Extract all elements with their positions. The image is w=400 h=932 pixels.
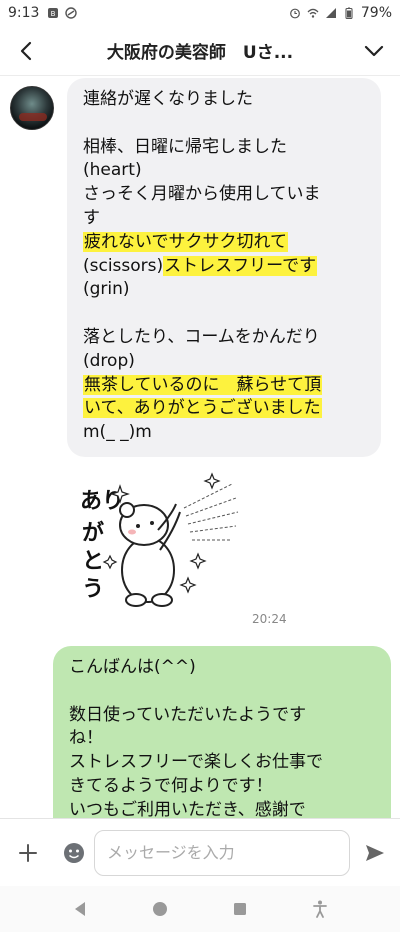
incoming-line: さっそく月曜から使用していま	[83, 183, 367, 207]
menu-toggle-button[interactable]	[348, 26, 400, 76]
system-nav-bar	[0, 886, 400, 932]
line-text: (drop)	[83, 350, 135, 371]
message-timestamp: 20:24	[252, 612, 287, 626]
outgoing-message-text: こんばんは(^^) 数日使っていただいたようです ね！ ストレスフリーで楽しくお仕事で…	[69, 656, 377, 818]
outgoing-line: 数日使っていただいたようです	[69, 704, 307, 725]
incoming-line: 疲れないでサクサク切れて	[83, 231, 367, 255]
message-list[interactable]: 連絡が遅くなりました相棒、日曜に帰宅しました (heart) さっそく月曜から使用し…	[0, 76, 400, 818]
line-text: さっそく月曜から使用していま	[83, 184, 321, 205]
status-right: 79%	[289, 5, 392, 21]
line-text: m(_ _)m	[83, 422, 152, 443]
incoming-line: (heart)	[83, 159, 367, 183]
outgoing-message-bubble[interactable]: こんばんは(^^) 数日使っていただいたようです ね！ ストレスフリーで楽しくお仕事で…	[53, 646, 391, 818]
highlighted-text: いて、ありがとうございました	[83, 398, 322, 419]
outgoing-line	[69, 680, 377, 704]
notification-icons: B	[47, 7, 78, 19]
highlighted-text: 無茶しているのに 蘇らせて頂	[83, 374, 323, 395]
back-button[interactable]	[0, 26, 52, 76]
nav-back-button[interactable]	[62, 891, 98, 927]
incoming-line: (grin)	[83, 278, 367, 302]
avatar[interactable]	[10, 86, 54, 130]
battery-icon	[345, 7, 353, 19]
chat-title[interactable]: 大阪府の美容師 Uさ...	[52, 38, 348, 63]
incoming-message-bubble[interactable]: 連絡が遅くなりました相棒、日曜に帰宅しました (heart) さっそく月曜から使用し…	[67, 78, 381, 457]
message-input-bar	[0, 818, 400, 886]
plus-icon	[19, 843, 37, 862]
incoming-line: 落としたり、コームをかんだり	[83, 326, 367, 350]
highlighted-text: 疲れないでサクサク切れて	[83, 231, 288, 252]
line-text: 連絡が遅くなりました	[83, 89, 253, 109]
outgoing-line: いつもご利用いただき、感謝で	[69, 799, 306, 818]
line-text: す	[83, 207, 100, 228]
highlighted-text: ストレスフリーです	[163, 255, 318, 276]
line-text: 落としたり、コームをかんだり	[83, 326, 320, 347]
sticker-text-2: が と う	[82, 520, 104, 602]
bear-thank-you-sticker[interactable]: あり が と う	[72, 470, 252, 620]
alarm-icon	[289, 8, 300, 19]
triangle-back-icon	[75, 902, 85, 916]
emoticon-text: (scissors)	[83, 255, 164, 276]
chat-header: 大阪府の美容師 Uさ...	[0, 26, 400, 76]
incoming-line: m(_ _)m	[83, 421, 367, 445]
accessibility-icon	[313, 900, 327, 918]
status-bar: 9:13 B 79%	[0, 0, 400, 26]
status-time: 9:13	[8, 5, 40, 21]
back-arrow-icon	[20, 41, 32, 60]
app-notification-icon	[65, 7, 78, 19]
message-input[interactable]	[94, 829, 350, 876]
incoming-message-text: 連絡が遅くなりました相棒、日曜に帰宅しました (heart) さっそく月曜から使用し…	[83, 88, 367, 445]
emoji-button[interactable]	[56, 819, 92, 887]
nav-recents-button[interactable]	[222, 891, 258, 927]
send-icon	[366, 844, 384, 861]
incoming-line	[83, 112, 367, 136]
outgoing-line: ね！	[69, 728, 103, 749]
line-notification-icon: B	[48, 8, 59, 18]
battery-percent: 79%	[360, 5, 392, 21]
line-text: (heart)	[83, 160, 142, 181]
svg-text:B: B	[51, 10, 56, 18]
incoming-line: 無茶しているのに 蘇らせて頂	[83, 374, 367, 398]
incoming-line: いて、ありがとうございました	[83, 397, 367, 421]
outgoing-line: こんばんは(^^)	[69, 657, 196, 677]
send-button[interactable]	[350, 819, 400, 887]
circle-home-icon	[153, 902, 167, 916]
emoji-icon	[64, 842, 84, 863]
incoming-line: (scissors)ストレスフリーです	[83, 255, 367, 279]
add-button[interactable]	[0, 819, 56, 887]
square-recents-icon	[234, 903, 246, 915]
incoming-line: (drop)	[83, 350, 367, 374]
svg-text:と: と	[82, 549, 104, 574]
chevron-down-icon	[364, 45, 384, 56]
svg-text:う: う	[82, 577, 104, 602]
incoming-line: 相棒、日曜に帰宅しました	[83, 136, 367, 160]
wifi-icon	[307, 8, 319, 18]
line-text: 相棒、日曜に帰宅しました	[83, 136, 287, 157]
line-text: (grin)	[83, 279, 130, 300]
incoming-line: 連絡が遅くなりました	[83, 88, 367, 112]
signal-icon	[325, 8, 336, 18]
accessibility-button[interactable]	[302, 891, 338, 927]
incoming-line: す	[83, 207, 367, 231]
incoming-line	[83, 302, 367, 326]
nav-home-button[interactable]	[142, 891, 178, 927]
outgoing-line: きてるようで何よりです！	[69, 775, 273, 796]
outgoing-line: ストレスフリーで楽しくお仕事で	[69, 752, 323, 773]
svg-text:が: が	[82, 520, 104, 546]
